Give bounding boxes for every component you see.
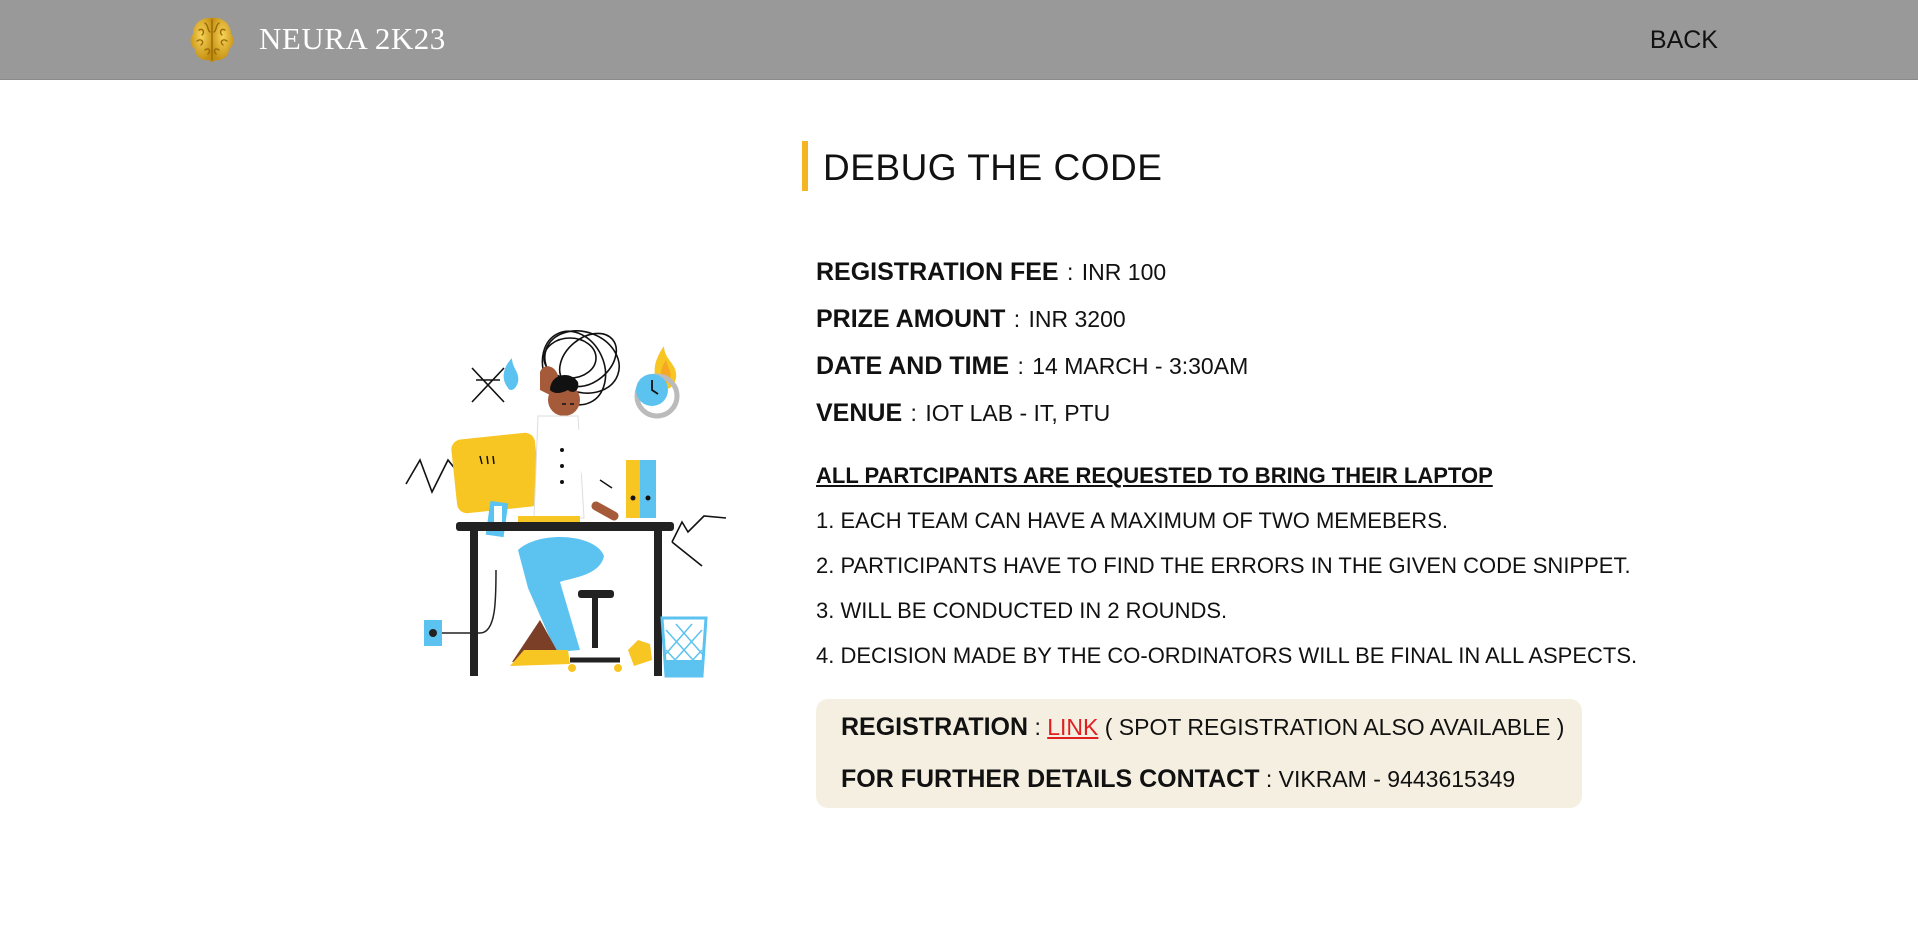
prize-amount-label: PRIZE AMOUNT: [816, 305, 1006, 333]
stressed-programmer-at-desk-illustration: [405, 330, 727, 678]
navbar: NEURA 2K23 BACK: [0, 0, 1918, 80]
separator: :: [1013, 306, 1021, 332]
separator: :: [1017, 353, 1024, 379]
brand-name[interactable]: NEURA 2K23: [259, 21, 446, 57]
laptop-notice: ALL PARTCIPANTS ARE REQUESTED TO BRING T…: [816, 463, 1493, 488]
prize-amount-row: PRIZE AMOUNT : INR 3200: [816, 305, 1596, 334]
venue-value: IOT LAB - IT, PTU: [925, 400, 1111, 426]
registration-fee-value: INR 100: [1081, 259, 1167, 285]
contact-row: FOR FURTHER DETAILS CONTACT : VIKRAM - 9…: [841, 765, 1515, 794]
back-link[interactable]: BACK: [1650, 26, 1718, 55]
venue-row: VENUE : IOT LAB - IT, PTU: [816, 399, 1596, 428]
date-time-row: DATE AND TIME : 14 MARCH - 3:30AM: [816, 352, 1596, 381]
separator: :: [1265, 766, 1273, 792]
contact-label: FOR FURTHER DETAILS CONTACT: [841, 765, 1260, 793]
rule-item: 3. WILL BE CONDUCTED IN 2 ROUNDS.: [816, 598, 1228, 623]
rule-item: 1. EACH TEAM CAN HAVE A MAXIMUM OF TWO M…: [816, 508, 1448, 533]
date-time-label: DATE AND TIME: [816, 352, 1010, 380]
spot-registration-note: ( SPOT REGISTRATION ALSO AVAILABLE ): [1104, 714, 1565, 740]
prize-amount-value: INR 3200: [1028, 306, 1126, 332]
registration-box: REGISTRATION : LINK ( SPOT REGISTRATION …: [816, 699, 1582, 808]
registration-fee-row: REGISTRATION FEE : INR 100: [816, 258, 1596, 287]
venue-label: VENUE: [816, 399, 903, 427]
rule-item: 4. DECISION MADE BY THE CO-ORDINATORS WI…: [816, 643, 1638, 668]
golden-brain-icon[interactable]: [187, 14, 237, 66]
separator: :: [1067, 259, 1074, 285]
event-title: DEBUG THE CODE: [823, 147, 1163, 188]
registration-row: REGISTRATION : LINK ( SPOT REGISTRATION …: [841, 713, 1564, 742]
registration-fee-label: REGISTRATION FEE: [816, 258, 1059, 286]
contact-value: VIKRAM - 9443615349: [1278, 766, 1516, 792]
separator: :: [1034, 714, 1041, 740]
registration-link[interactable]: LINK: [1047, 714, 1098, 740]
registration-label: REGISTRATION: [841, 713, 1029, 741]
date-time-value: 14 MARCH - 3:30AM: [1032, 353, 1249, 379]
separator: :: [910, 400, 917, 426]
title-accent-bar: [802, 141, 808, 191]
rule-item: 2. PARTICIPANTS HAVE TO FIND THE ERRORS …: [816, 553, 1631, 578]
